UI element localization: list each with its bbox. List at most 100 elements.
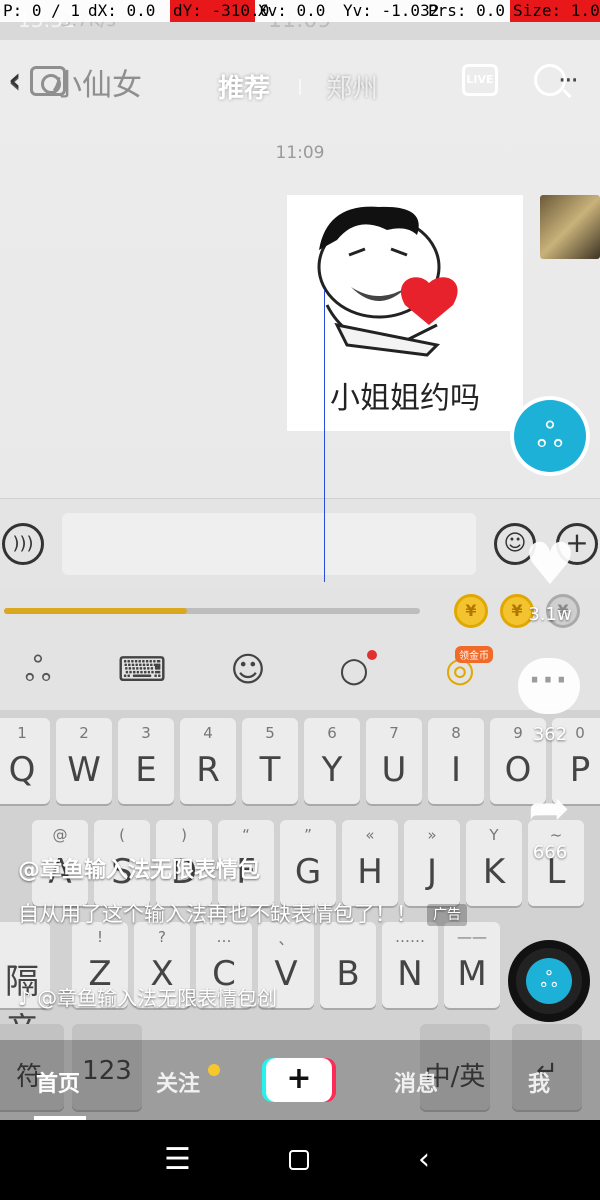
description-text: 自从用了这个输入法再也不缺表情包了！！ xyxy=(18,902,417,926)
sticker-caption: 小姐姐约吗 xyxy=(330,381,480,416)
top-nav: ‹ 推荐 郑州 LIVE ··· xyxy=(0,60,600,110)
ime-progress-fill xyxy=(4,608,188,614)
nav-follow[interactable]: 关注 xyxy=(156,1066,200,1098)
key-secondary-label: 6 xyxy=(327,724,337,742)
key-label: M xyxy=(457,954,487,994)
debug-field: Xv: 0.0 xyxy=(258,1,326,20)
emoji-face-icon: ☺ xyxy=(230,650,266,690)
keyboard-key: 3E xyxy=(118,718,174,804)
key-secondary-label: 4 xyxy=(203,724,213,742)
back-nav-icon[interactable]: ‹ xyxy=(418,1142,430,1177)
back-icon[interactable]: ‹ xyxy=(8,60,22,100)
ad-badge: 广告 xyxy=(427,904,467,926)
music-disc[interactable]: ஃ xyxy=(508,940,590,1022)
key-secondary-label: 3 xyxy=(141,724,151,742)
keyboard-key: B xyxy=(320,922,376,1008)
key-label: T xyxy=(259,750,281,790)
key-secondary-label: « xyxy=(365,826,375,844)
key-secondary-label: ( xyxy=(119,826,125,844)
key-secondary-label: @ xyxy=(52,826,68,844)
key-secondary-label: 5 xyxy=(265,724,275,742)
tab-city[interactable]: 郑州 xyxy=(326,68,378,105)
touch-trace-line xyxy=(324,290,325,582)
nav-messages[interactable]: 消息 xyxy=(394,1066,438,1098)
key-label: E xyxy=(135,750,157,790)
key-secondary-label: … xyxy=(216,928,232,946)
notification-dot xyxy=(367,650,377,660)
sticker-message: 小姐姐约吗 xyxy=(287,195,523,431)
key-secondary-label: 2 xyxy=(79,724,89,742)
chat-input-bar: ))) ☺ + xyxy=(0,498,600,588)
chat-timestamp: 11:09 xyxy=(275,143,325,163)
key-secondary-label: ! xyxy=(96,928,103,946)
meme-face-icon xyxy=(317,206,458,357)
debug-field: dY: -310.0 xyxy=(170,0,269,22)
octopus-logo-icon: ஃ xyxy=(514,400,586,472)
key-secondary-label: 8 xyxy=(451,724,461,742)
video-author[interactable]: @章鱼输入法无限表情包 xyxy=(18,852,488,884)
key-secondary-label: ? xyxy=(158,928,166,946)
nav-home[interactable]: 首页 xyxy=(36,1066,80,1098)
keyboard-key: 6Y xyxy=(304,718,360,804)
music-note-icon: ♪ xyxy=(18,986,31,1010)
more-icon: ··· xyxy=(558,66,579,96)
debug-field: Size: 1.0 xyxy=(510,0,600,22)
ime-progress-bar xyxy=(4,608,420,614)
key-secondary-label: “ xyxy=(242,826,250,844)
voice-icon: ))) xyxy=(2,523,44,565)
nav-me[interactable]: 我 xyxy=(528,1066,550,1098)
octopus-logo-icon: ஃ xyxy=(24,650,52,690)
keyboard-icon: ⌨ xyxy=(117,650,167,690)
share-arrow-icon[interactable]: ➦ xyxy=(518,780,580,836)
video-player[interactable]: ‹ 小仙女 11:09 小姐姐约吗 ))) ☺ + ¥ ¥ ¥ ஃ ⌨ ☺ ○ xyxy=(0,0,600,1120)
debug-field: Yv: -1.032 xyxy=(343,1,440,20)
key-label: W xyxy=(67,750,101,790)
key-label: I xyxy=(450,750,462,790)
key-label: Q xyxy=(8,750,36,790)
bottom-nav: 首页 关注 + 消息 我 xyxy=(0,1040,600,1120)
keyboard-key: 7U xyxy=(366,718,422,804)
key-label: B xyxy=(336,954,360,994)
keyboard-key: —— M xyxy=(444,922,500,1008)
keyboard-key: 1Q xyxy=(0,718,50,804)
key-secondary-label: ” xyxy=(304,826,312,844)
publish-button[interactable]: + xyxy=(266,1058,332,1102)
key-secondary-label: 1 xyxy=(17,724,27,742)
debug-field: Prs: 0.0 xyxy=(428,1,506,20)
follow-dot xyxy=(208,1064,220,1076)
tab-divider xyxy=(299,79,301,95)
tab-recommend[interactable]: 推荐 xyxy=(218,68,270,105)
keyboard-key: 4R xyxy=(180,718,236,804)
keyboard-key: …… N xyxy=(382,922,438,1008)
keyboard-key: 8I xyxy=(428,718,484,804)
share-count: 666 xyxy=(532,842,568,863)
system-nav-bar: ☰ ‹ xyxy=(0,1120,600,1200)
author-avatar[interactable]: ஃ xyxy=(510,396,590,476)
key-secondary-label: ) xyxy=(181,826,187,844)
music-info[interactable]: ♪ @章鱼输入法无限表情包创 xyxy=(18,982,277,1011)
comment-count: 362 xyxy=(532,724,568,745)
coin-badge: 领金币 xyxy=(455,646,493,663)
key-secondary-label: 7 xyxy=(389,724,399,742)
live-icon[interactable]: LIVE xyxy=(462,64,498,96)
key-secondary-label: —— xyxy=(457,928,487,946)
key-label: R xyxy=(196,750,220,790)
like-count: 3.1w xyxy=(528,604,572,625)
home-square-icon[interactable] xyxy=(289,1150,309,1170)
menu-icon[interactable]: ☰ xyxy=(164,1142,191,1177)
octopus-logo-icon: ஃ xyxy=(526,958,572,1004)
key-secondary-label: 、 xyxy=(278,930,294,948)
chat-text-box xyxy=(62,513,476,575)
key-label: U xyxy=(381,750,407,790)
contact-avatar xyxy=(540,195,600,259)
pointer-debug-bar: P: 0 / 1 dX: 0.0 dY: -310.0 Xv: 0.0 Yv: -1.0… xyxy=(0,0,600,22)
key-label: N xyxy=(397,954,423,994)
video-description: 自从用了这个输入法再也不缺表情包了！！ 广告 xyxy=(18,898,488,930)
key-secondary-label: …… xyxy=(395,928,425,946)
music-title: @章鱼输入法无限表情包创 xyxy=(37,986,278,1010)
like-heart-icon[interactable]: ♥ xyxy=(518,532,582,596)
comment-icon[interactable]: ··· xyxy=(518,658,580,714)
keyboard-key: 2W xyxy=(56,718,112,804)
debug-field: dX: 0.0 xyxy=(88,1,156,20)
keyboard-key: 5T xyxy=(242,718,298,804)
